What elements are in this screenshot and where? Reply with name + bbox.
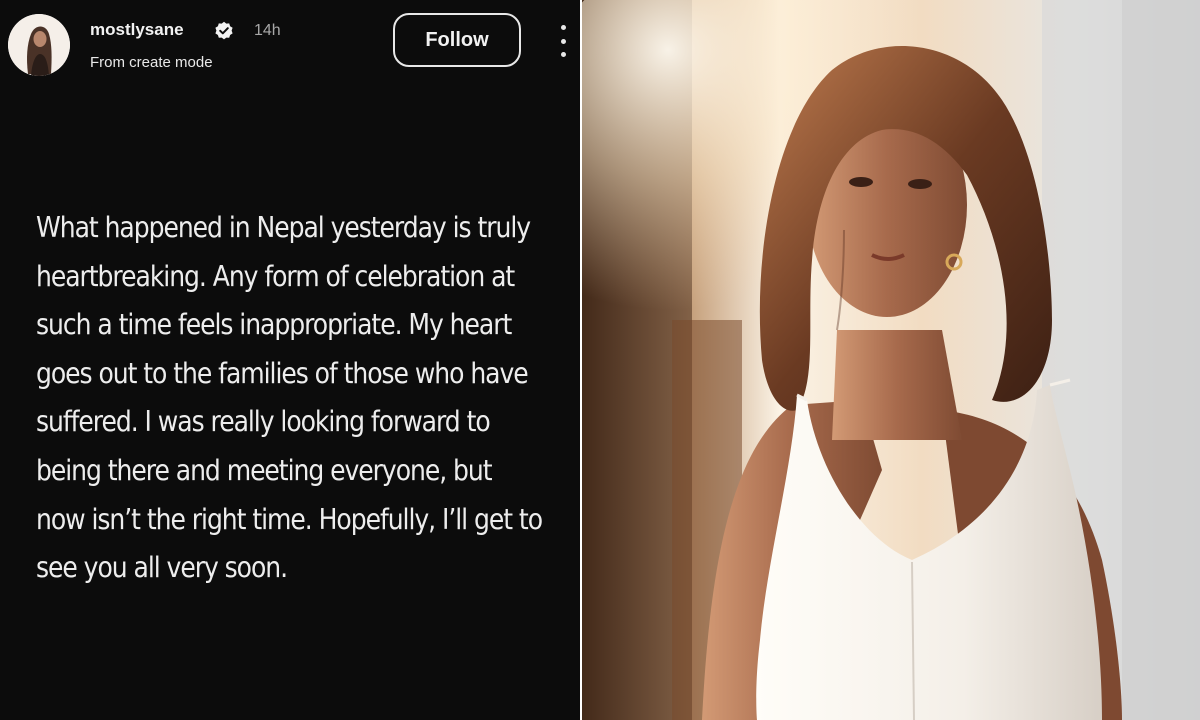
- avatar-image: [8, 14, 70, 76]
- more-options-icon[interactable]: [553, 25, 573, 57]
- more-options-dot: [560, 52, 566, 57]
- verified-badge-icon: [215, 21, 233, 40]
- story-text: What happened in Nepal yesterday is trul…: [36, 211, 543, 585]
- portrait-photo: [582, 0, 1200, 720]
- portrait-image: [582, 0, 1200, 720]
- post-subtitle: From create mode: [90, 54, 213, 71]
- more-options-dot: [560, 38, 566, 44]
- more-options-dot: [560, 25, 566, 30]
- follow-button[interactable]: Follow: [393, 13, 521, 67]
- avatar[interactable]: [8, 14, 70, 76]
- story-panel: mostlysane 14h From create mode Follow W…: [0, 0, 580, 720]
- post-timestamp: 14h: [254, 22, 281, 39]
- username[interactable]: mostlysane: [90, 20, 184, 40]
